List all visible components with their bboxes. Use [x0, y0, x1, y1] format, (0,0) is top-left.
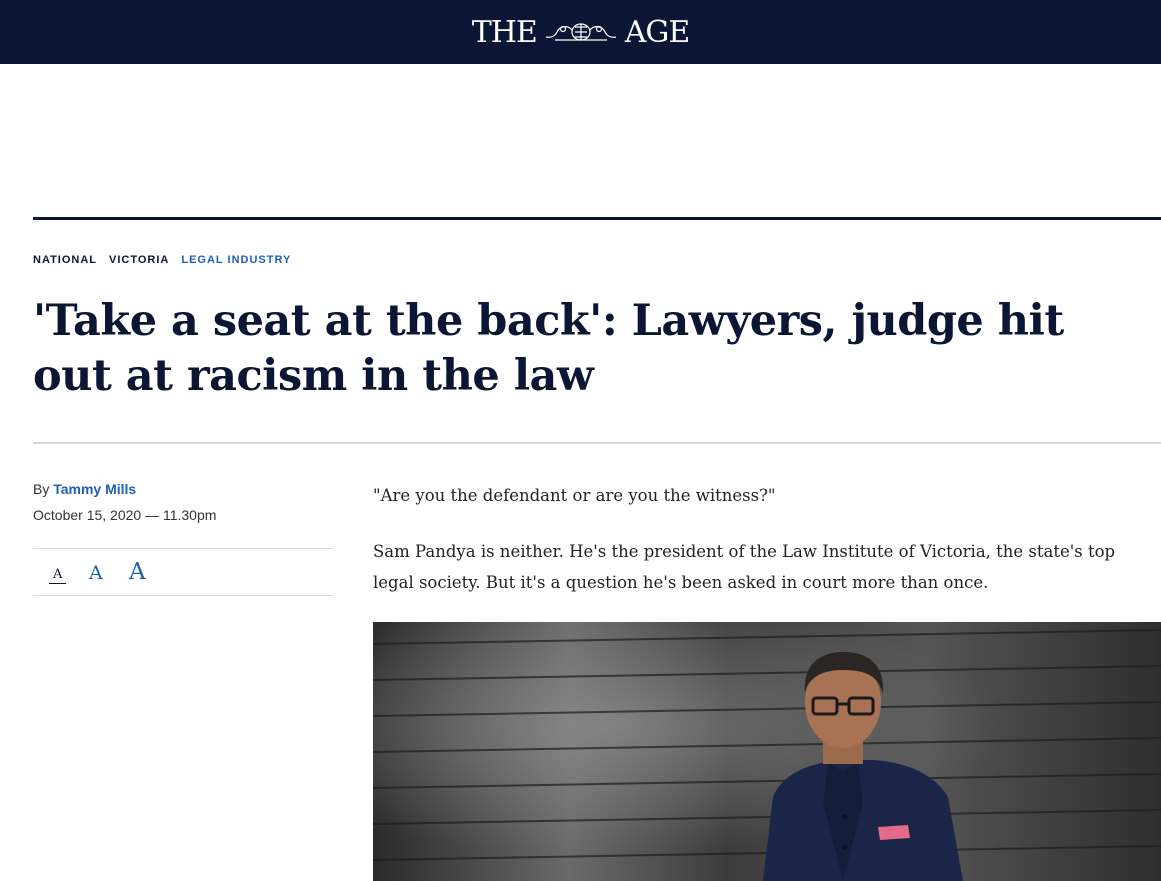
author-link[interactable]: Tammy Mills: [53, 481, 136, 497]
ad-space: [0, 64, 1161, 218]
byline: By Tammy Mills: [33, 481, 136, 497]
text-size-small-button[interactable]: A: [49, 567, 67, 584]
photo-image: [373, 622, 1161, 881]
text-size-medium-button[interactable]: A: [89, 562, 103, 584]
coat-of-arms-icon: [545, 23, 616, 41]
text-size-large-button[interactable]: A: [129, 559, 146, 585]
article-paragraph-2: Sam Pandya is neither. He's the presiden…: [373, 542, 1116, 592]
text-size-controls: A A A: [33, 548, 333, 596]
logo-text-the: THE: [471, 14, 538, 50]
breadcrumb-victoria[interactable]: VICTORIA: [109, 254, 169, 266]
breadcrumb-legal-industry[interactable]: LEGAL INDUSTRY: [181, 254, 291, 266]
breadcrumb: NATIONAL VICTORIA LEGAL INDUSTRY: [33, 254, 291, 266]
headline-divider: [33, 442, 1161, 444]
logo-text-age: AGE: [624, 14, 691, 50]
masthead: THE AGE: [0, 0, 1161, 64]
publish-date: October 15, 2020 — 11.30pm: [33, 507, 217, 523]
byline-prefix: By: [33, 481, 50, 497]
article-paragraph-1: "Are you the defendant or are you the wi…: [373, 486, 776, 505]
site-logo[interactable]: THE AGE: [471, 14, 691, 50]
section-divider: [33, 217, 1161, 220]
article-headline: 'Take a seat at the back': Lawyers, judg…: [33, 296, 1064, 401]
breadcrumb-national[interactable]: NATIONAL: [33, 254, 97, 266]
article-photo[interactable]: [373, 622, 1161, 881]
